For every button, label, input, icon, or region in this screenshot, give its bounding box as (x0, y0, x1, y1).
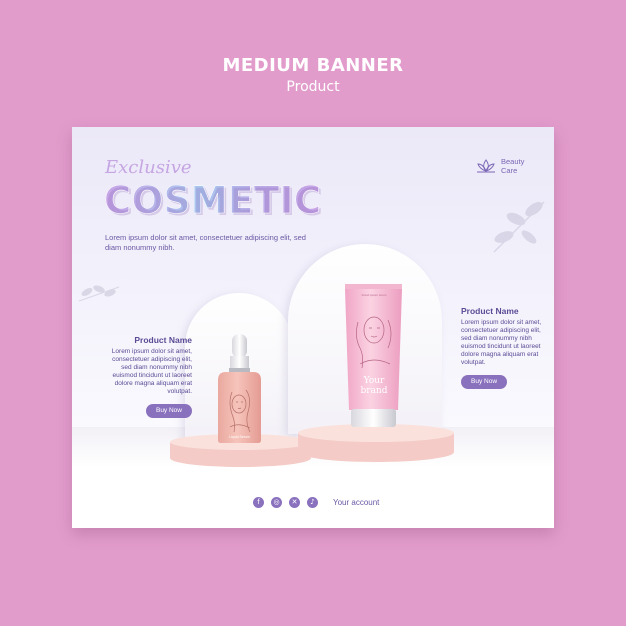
cream-tube: brand ipsum lorem Your brand (345, 284, 402, 427)
serum-bottle: Liquid Serum (218, 334, 261, 443)
brand-line2: Care (501, 166, 518, 175)
product-name-left: Product Name (134, 335, 192, 345)
brand-logo: Beauty Care (475, 157, 524, 175)
page-subtitle: Product (286, 79, 340, 95)
buy-now-button-left[interactable]: Buy Now (145, 404, 192, 418)
brand-line1: Beauty (501, 157, 525, 166)
tiktok-icon[interactable]: ♪ (307, 497, 318, 508)
tube-brand-line1: Your (363, 376, 385, 386)
headline: COSMETIC (104, 179, 322, 223)
exclusive-label: Exclusive (105, 157, 192, 178)
page-title: MEDIUM BANNER (222, 55, 404, 76)
tube-top-label: brand ipsum lorem (362, 293, 387, 297)
product-description-right: Lorem ipsum dolor sit amet, consectetuer… (461, 319, 542, 366)
product-info-left: Product Name Lorem ipsum dolor sit amet,… (100, 336, 192, 418)
page-header: MEDIUM BANNER Product (0, 55, 626, 95)
social-links: f ◎ ✕ ♪ Your account (253, 497, 379, 508)
facebook-icon[interactable]: f (253, 497, 264, 508)
banner-card: Exclusive COSMETIC Lorem ipsum dolor sit… (72, 127, 554, 528)
lotus-icon (477, 159, 495, 173)
buy-now-button-right[interactable]: Buy Now (461, 375, 508, 389)
leaf-shadow-left-icon (78, 285, 120, 302)
product-info-right: Product Name Lorem ipsum dolor sit amet,… (461, 307, 551, 389)
account-text: Your account (333, 498, 380, 507)
product-name-right: Product Name (461, 306, 519, 316)
leaf-shadow-right-icon (493, 201, 545, 253)
instagram-icon[interactable]: ◎ (271, 497, 282, 508)
lead-text: Lorem ipsum dolor sit amet, consectetuer… (105, 233, 306, 252)
product-description-left: Lorem ipsum dolor sit amet, consectetuer… (111, 348, 192, 395)
bottle-label: Liquid Serum (229, 435, 250, 439)
x-icon[interactable]: ✕ (289, 497, 300, 508)
tube-brand-line2: brand (361, 386, 388, 396)
